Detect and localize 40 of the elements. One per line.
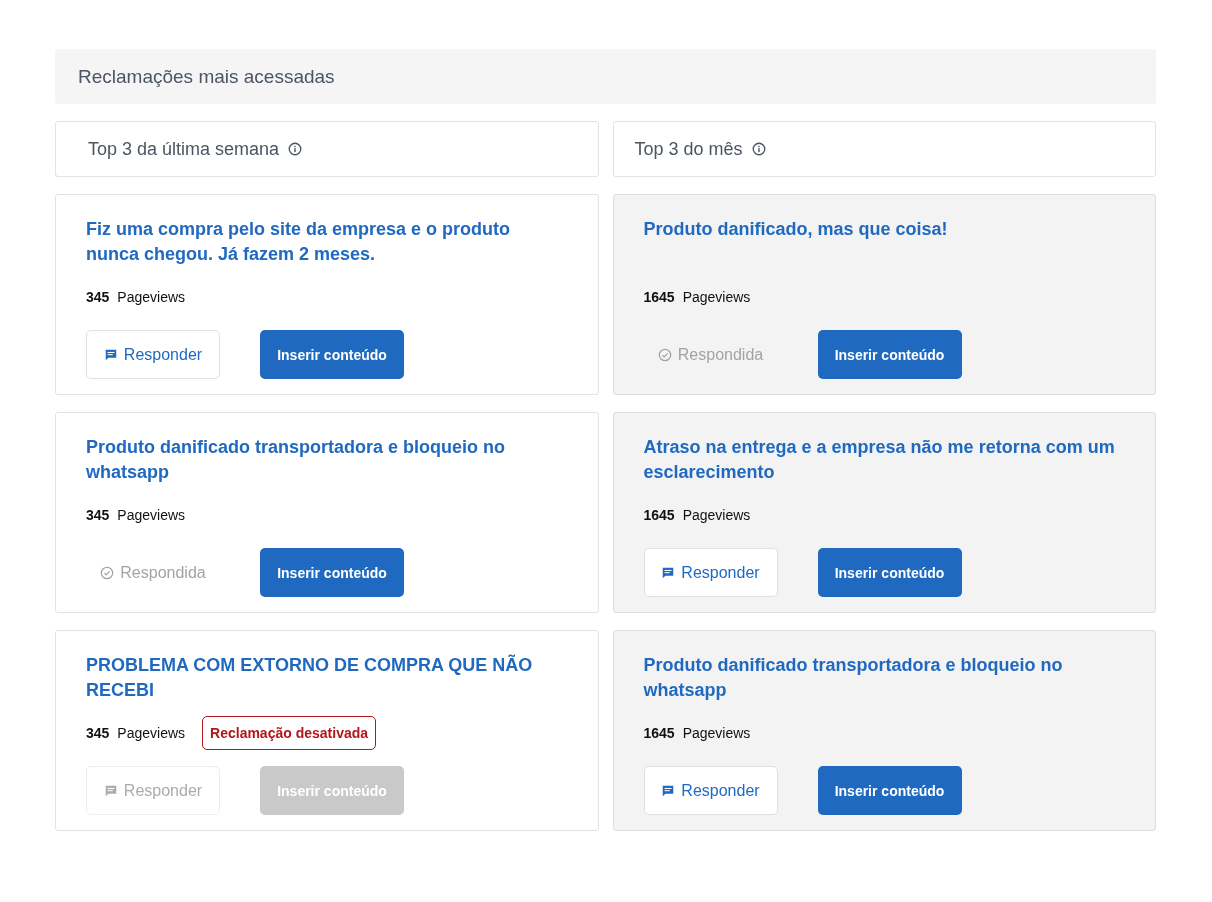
check-circle-icon xyxy=(657,347,672,362)
column-title: Top 3 da última semana xyxy=(88,138,280,160)
reply-button[interactable]: Responder xyxy=(643,548,778,597)
complaint-title-link[interactable]: Atraso na entrega e a empresa não me retorna com um esclarecimento xyxy=(643,435,1125,485)
answered-status: Respondida xyxy=(643,330,778,379)
comment-icon xyxy=(103,347,118,362)
check-circle-icon xyxy=(100,565,115,580)
pageview-count: 1645 xyxy=(643,725,675,741)
reply-button[interactable]: Responder xyxy=(86,330,220,379)
info-icon[interactable] xyxy=(751,142,766,156)
pageview-label: Pageviews xyxy=(117,289,186,305)
pageview-count: 1645 xyxy=(643,507,675,523)
reply-button[interactable]: Responder xyxy=(643,766,778,815)
pageview-count: 345 xyxy=(86,507,110,523)
section-title: Reclamações mais acessadas xyxy=(78,65,335,88)
complaint-title-link[interactable]: Produto danificado transportadora e bloqueio no whatsapp xyxy=(86,435,568,485)
insert-content-button[interactable]: Inserir conteúdo xyxy=(260,330,404,379)
pageview-count: 345 xyxy=(86,725,110,741)
insert-content-button[interactable]: Inserir conteúdo xyxy=(817,330,962,379)
insert-content-button[interactable]: Inserir conteúdo xyxy=(260,548,404,597)
pageview-count: 1645 xyxy=(643,289,675,305)
answered-status: Respondida xyxy=(86,548,220,597)
pageview-label: Pageviews xyxy=(682,725,751,741)
insert-content-button[interactable]: Inserir conteúdo xyxy=(817,766,962,815)
pageview-label: Pageviews xyxy=(117,725,186,741)
complaint-title-link[interactable]: PROBLEMA COM EXTORNO DE COMPRA QUE NÃO RECEBI xyxy=(86,653,568,703)
status-badge: Reclamação desativada xyxy=(202,716,377,750)
complaint-title-link[interactable]: Produto danificado, mas que coisa! xyxy=(643,217,1125,242)
pageview-label: Pageviews xyxy=(117,507,186,523)
info-icon[interactable] xyxy=(288,142,303,156)
comment-icon xyxy=(661,565,676,580)
complaint-title-link[interactable]: Produto danificado transportadora e bloqueio no whatsapp xyxy=(643,653,1125,703)
comment-icon xyxy=(103,783,118,798)
pageview-label: Pageviews xyxy=(682,507,751,523)
complaint-title-link[interactable]: Fiz uma compra pelo site da empresa e o produto nunca chegou. Já fazem 2 meses. xyxy=(86,217,568,267)
insert-content-button[interactable]: Inserir conteúdo xyxy=(817,548,962,597)
comment-icon xyxy=(661,783,676,798)
pageview-label: Pageviews xyxy=(682,289,751,305)
column-title: Top 3 do mês xyxy=(634,138,743,160)
pageview-count: 345 xyxy=(86,289,110,305)
